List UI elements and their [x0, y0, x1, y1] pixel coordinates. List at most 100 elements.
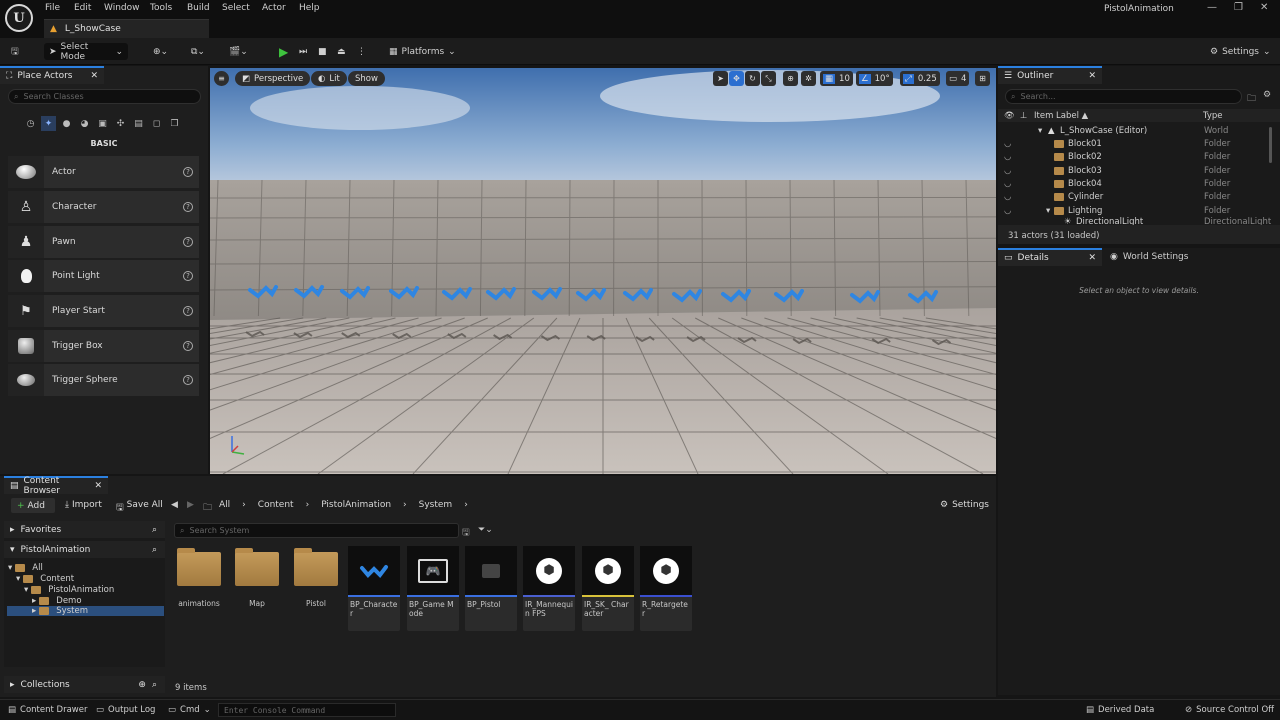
cinematics-icon[interactable]: 🎬⌄ — [224, 43, 253, 60]
save-search-icon[interactable]: 🖫 — [462, 525, 470, 541]
select-mode-dropdown[interactable]: ➤ Select Mode ⌄ — [44, 42, 128, 62]
menu-help[interactable]: Help — [299, 3, 320, 13]
asset-tile[interactable]: BP_Pistol — [465, 546, 517, 631]
recent-icon[interactable]: ◷ — [23, 116, 38, 131]
asset-tile[interactable]: BP_Character — [348, 546, 400, 631]
lights-icon[interactable]: ● — [59, 116, 74, 131]
world-settings-tab[interactable]: ◉ World Settings — [1104, 248, 1194, 266]
tree-item-demo[interactable]: ▸ Demo — [32, 596, 82, 606]
help-icon[interactable]: ? — [183, 237, 193, 247]
close-icon[interactable]: ✕ — [1260, 2, 1268, 13]
platforms-button[interactable]: ▦ Platforms ⌄ — [384, 43, 461, 60]
menu-tools[interactable]: Tools — [150, 3, 172, 13]
rotation-snap-button[interactable]: ∠ 10° — [856, 71, 893, 86]
minimize-icon[interactable]: — — [1207, 2, 1217, 13]
move-tool-icon[interactable]: ✥ — [729, 71, 744, 86]
unreal-logo[interactable]: U — [5, 4, 33, 32]
play-icon[interactable]: ▶ — [274, 43, 293, 60]
menu-actor[interactable]: Actor — [262, 3, 286, 13]
menu-build[interactable]: Build — [187, 3, 210, 13]
outliner-tab[interactable]: ☰ Outliner ✕ — [998, 66, 1102, 84]
volumes-icon[interactable]: ▤ — [131, 116, 146, 131]
type-header[interactable]: Type — [1203, 111, 1223, 121]
maximize-icon[interactable]: ❐ — [1234, 2, 1243, 13]
output-log-button[interactable]: ▭ Output Log — [96, 705, 155, 715]
scale-snap-button[interactable]: ⤢ 0.25 — [900, 71, 940, 86]
actor-item-character[interactable]: ♙ Character? — [8, 191, 199, 223]
breadcrumb-content[interactable]: Content — [258, 500, 294, 510]
folder-icon[interactable]: 🗀 — [203, 500, 212, 516]
outliner-search-input[interactable]: ⌕ Search... — [1005, 89, 1242, 104]
search-icon[interactable]: ⌕ — [152, 545, 157, 555]
project-header[interactable]: ▾ PistolAnimation ⌕ — [4, 541, 165, 558]
cb-settings-button[interactable]: ⚙ Settings — [940, 500, 989, 510]
eye-icon[interactable]: 👁 — [1004, 111, 1015, 121]
search-icon[interactable]: ⌕ — [152, 680, 157, 690]
details-tab[interactable]: ▭ Details ✕ — [998, 248, 1102, 266]
shapes-icon[interactable]: ◕ — [77, 116, 92, 131]
settings-button[interactable]: ⚙ Settings ⌄ — [1205, 43, 1276, 60]
console-input[interactable]: Enter Console Command — [218, 703, 396, 717]
visibility-icon[interactable]: ◡ — [1004, 192, 1011, 202]
world-space-icon[interactable]: ⊕ — [783, 71, 798, 86]
actor-item-trigger-sphere[interactable]: Trigger Sphere? — [8, 364, 199, 396]
pin-icon[interactable]: ⊥ — [1020, 111, 1027, 121]
outliner-row-folder[interactable]: ◡ Block01 Folder — [998, 137, 1280, 150]
item-label-header[interactable]: Item Label ▲ — [1034, 111, 1088, 121]
tree-item-pistolanimation[interactable]: ▾ PistolAnimation — [24, 585, 114, 595]
close-tab-icon[interactable]: ✕ — [90, 71, 98, 81]
step-icon[interactable]: ⏭ — [294, 43, 312, 60]
help-icon[interactable]: ? — [183, 167, 193, 177]
level-viewport[interactable]: ≡ ◩ Perspective ◐ Lit Show ➤ ✥ ↻ ⤡ ⊕ ✲ ▦ 10… — [210, 68, 996, 474]
tree-item-system[interactable]: ▸ System — [7, 606, 164, 616]
breadcrumb-system[interactable]: System — [419, 500, 453, 510]
actor-item-actor[interactable]: Actor? — [8, 156, 199, 188]
help-icon[interactable]: ? — [183, 341, 193, 351]
cmd-dropdown[interactable]: ▭ Cmd ⌄ — [168, 705, 211, 715]
menu-file[interactable]: File — [45, 3, 60, 13]
scrollbar[interactable] — [1269, 127, 1272, 163]
level-tab[interactable]: ▲ L_ShowCase — [44, 19, 209, 38]
filter-icon[interactable]: ⏷⌄ — [478, 525, 493, 535]
asset-tile[interactable]: 🎮 BP_Game Mode — [407, 546, 459, 631]
source-control-button[interactable]: ⊘ Source Control Off — [1185, 705, 1274, 715]
add-button[interactable]: + Add — [11, 498, 55, 513]
grid-snap-button[interactable]: ▦ 10 — [820, 71, 853, 86]
back-icon[interactable]: ◀ — [171, 500, 178, 510]
content-browser-tab[interactable]: ▤ Content Browser ✕ — [4, 476, 108, 496]
perspective-button[interactable]: ◩ Perspective — [235, 71, 311, 86]
surface-snap-icon[interactable]: ✲ — [801, 71, 816, 86]
add-collection-icon[interactable]: ⊕ — [138, 680, 146, 690]
all-classes-icon[interactable]: ❐ — [167, 116, 182, 131]
favorites-header[interactable]: ▸ Favorites ⌕ — [4, 521, 165, 538]
outliner-row-folder[interactable]: ◡ Block04 Folder — [998, 177, 1280, 190]
forward-icon[interactable]: ▶ — [187, 500, 194, 510]
select-tool-icon[interactable]: ➤ — [713, 71, 728, 86]
folder-pistol[interactable]: Pistol — [290, 546, 342, 626]
more-icon[interactable]: ⋮ — [352, 43, 371, 60]
scale-tool-icon[interactable]: ⤡ — [761, 71, 776, 86]
collections-header[interactable]: ▸ Collections ⊕ ⌕ — [4, 676, 165, 693]
visibility-icon[interactable]: ◡ — [1004, 206, 1011, 216]
close-tab-icon[interactable]: ✕ — [1088, 71, 1096, 81]
hamburger-icon[interactable]: ≡ — [214, 71, 229, 86]
outliner-row-folder[interactable]: ◡ Block02 Folder — [998, 150, 1280, 163]
actor-item-pawn[interactable]: ♟ Pawn? — [8, 226, 199, 258]
asset-tile[interactable]: ⬢ IR_SK_ Character — [582, 546, 634, 631]
lit-button[interactable]: ◐ Lit — [311, 71, 347, 86]
breadcrumb-all[interactable]: All — [219, 500, 230, 510]
visibility-icon[interactable]: ◡ — [1004, 166, 1011, 176]
menu-select[interactable]: Select — [222, 3, 250, 13]
help-icon[interactable]: ? — [183, 306, 193, 316]
search-classes-input[interactable]: ⌕ Search Classes — [8, 89, 201, 104]
outliner-row-folder[interactable]: ◡ ▾ Lighting Folder — [998, 204, 1280, 217]
save-all-button[interactable]: 🖫 Save All — [116, 500, 163, 516]
show-button[interactable]: Show — [348, 71, 385, 86]
place-actors-tab[interactable]: ⛶ Place Actors ✕ — [0, 66, 104, 84]
folder-animations[interactable]: animations — [173, 546, 225, 626]
outliner-row-world[interactable]: ▾ ▲ L_ShowCase (Editor) World — [998, 124, 1280, 137]
tree-item-content[interactable]: ▾ Content — [16, 574, 74, 584]
close-tab-icon[interactable]: ✕ — [1088, 253, 1096, 263]
asset-tile[interactable]: ⬢ IR_Mannequin FPS — [523, 546, 575, 631]
help-icon[interactable]: ? — [183, 375, 193, 385]
